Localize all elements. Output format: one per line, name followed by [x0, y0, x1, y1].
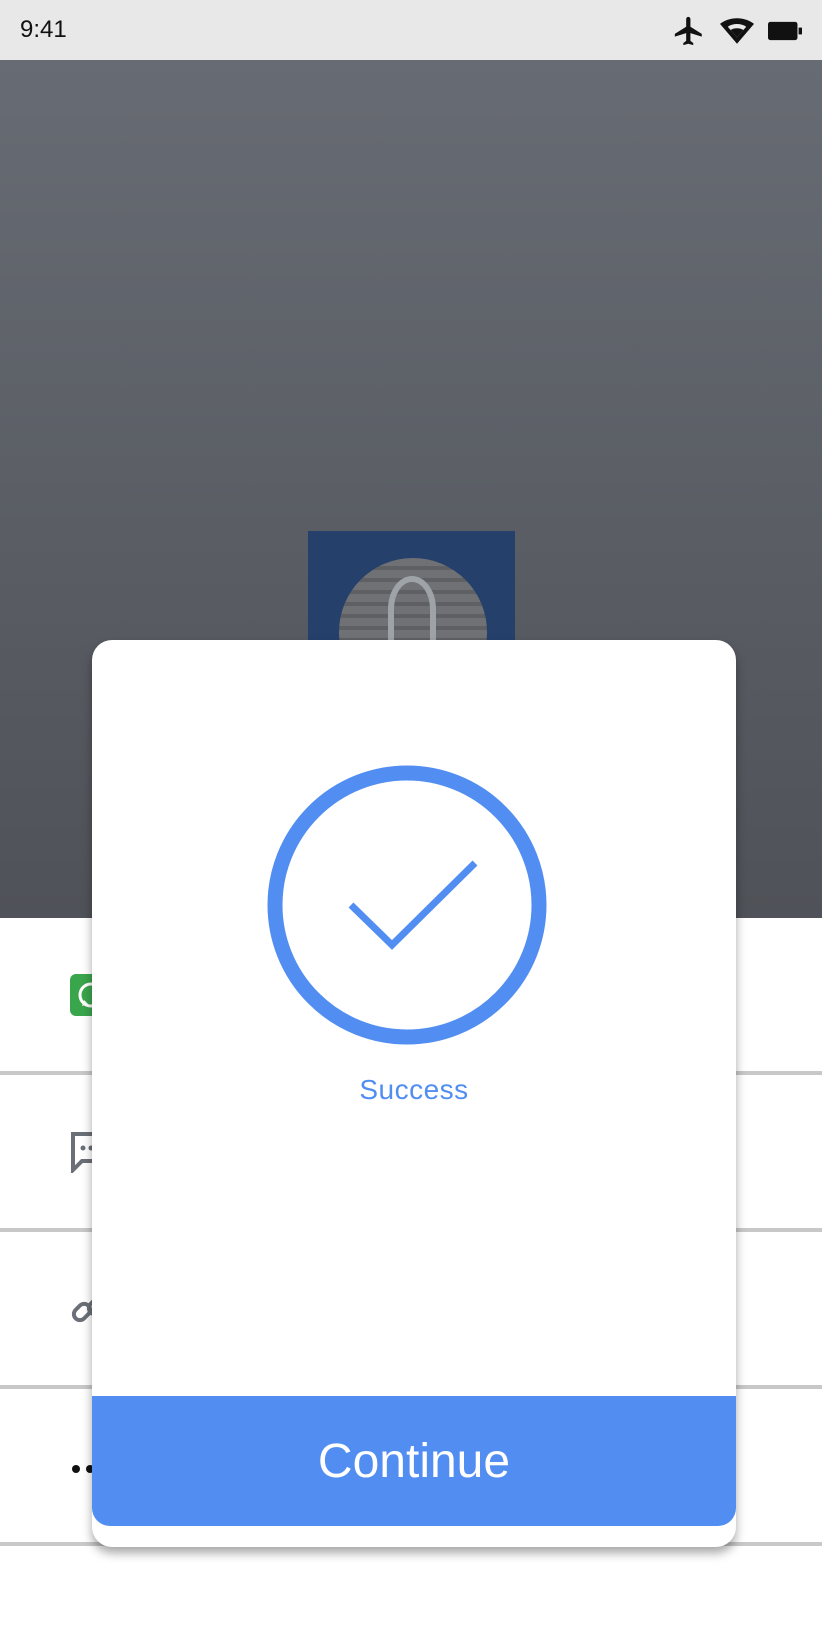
status-icons	[672, 14, 802, 48]
airplane-icon	[672, 14, 706, 48]
wifi-icon	[720, 16, 754, 46]
continue-button[interactable]: Continue	[92, 1396, 736, 1526]
checkmark-circle-icon	[267, 765, 547, 1045]
video-thumbnail	[308, 531, 515, 641]
headset-graphic	[388, 576, 436, 641]
success-message: Success	[359, 1074, 469, 1105]
status-bar: 9:41	[0, 0, 822, 60]
status-time: 9:41	[20, 16, 67, 43]
success-dialog: Success Continue	[92, 640, 736, 1547]
battery-icon	[768, 20, 802, 42]
